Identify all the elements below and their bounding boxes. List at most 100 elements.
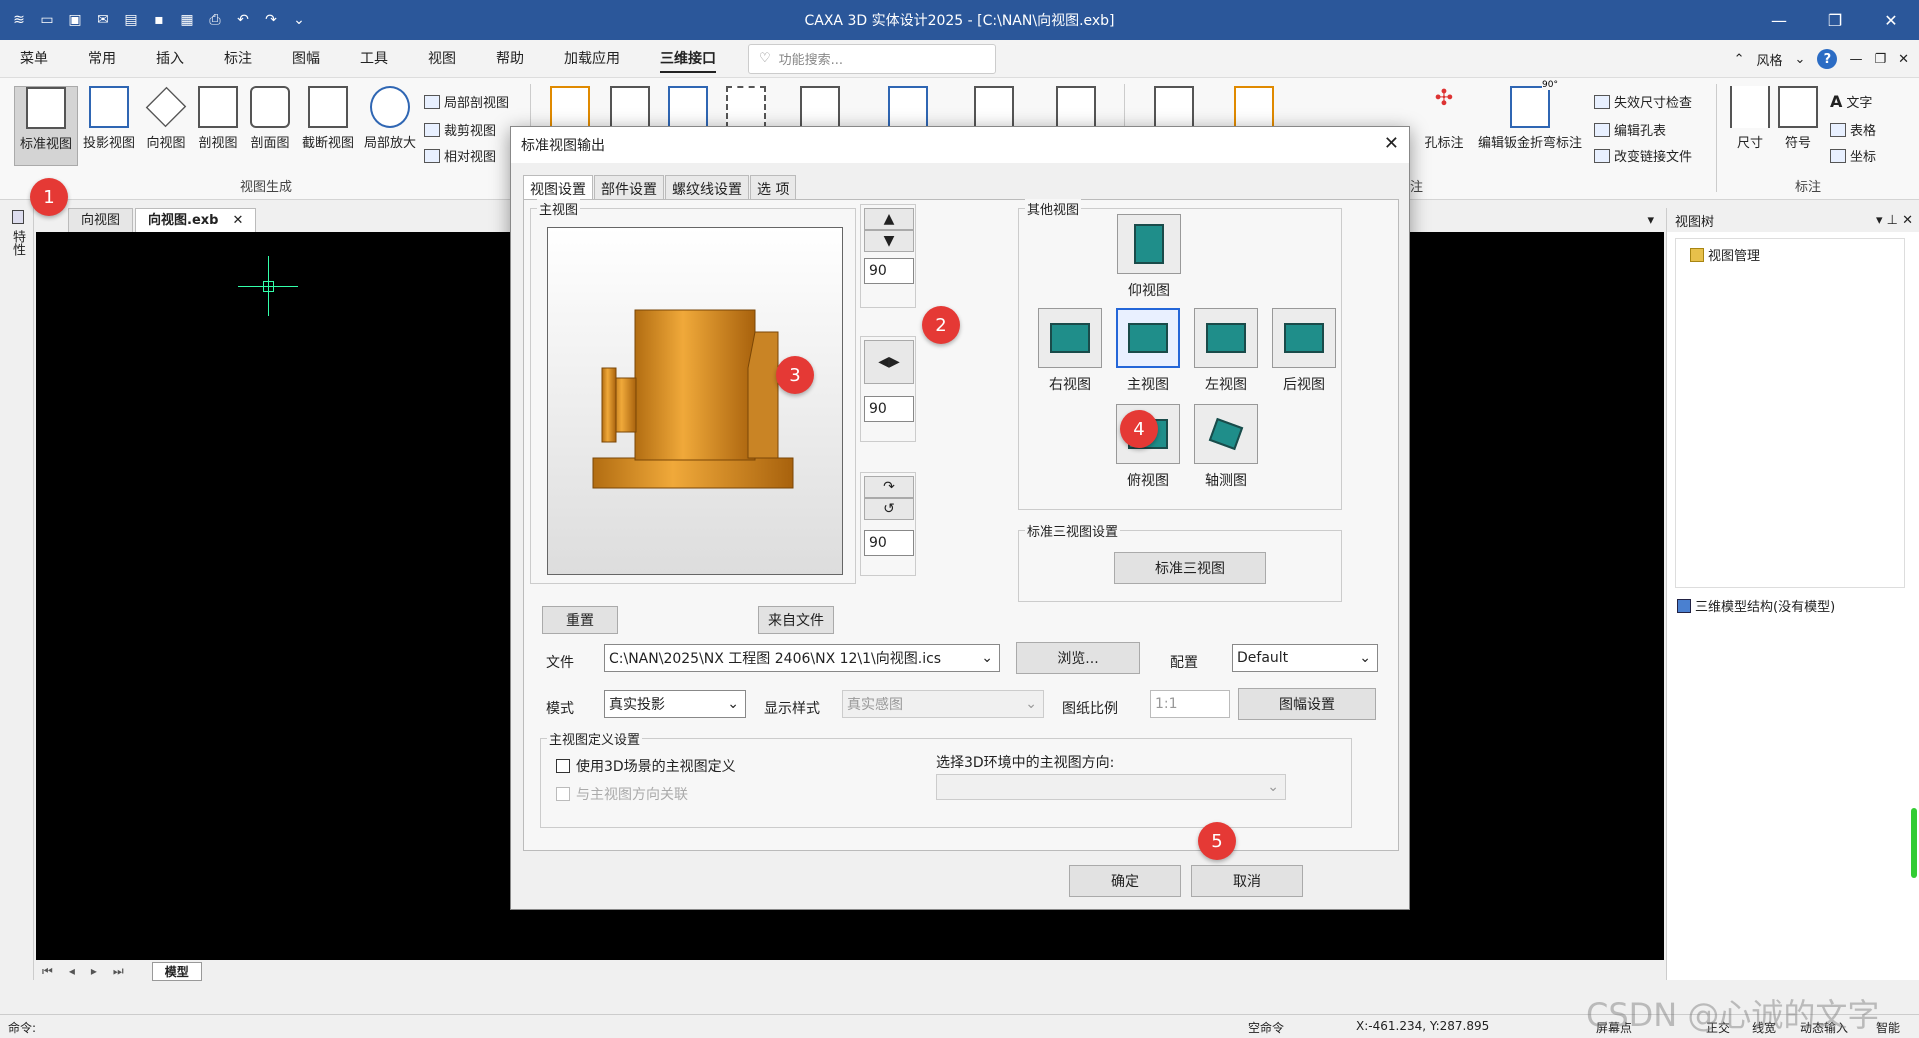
- panel-options-icon[interactable]: ▾ ⊥ ✕: [1876, 213, 1913, 228]
- close-tab-icon[interactable]: ✕: [232, 213, 243, 228]
- bottom-view-label: 仰视图: [1128, 283, 1170, 299]
- smart-toggle[interactable]: 智能: [1876, 1019, 1900, 1036]
- doc-tab-direction-view-exb[interactable]: 向视图.exb ✕: [135, 208, 257, 232]
- text-icon: A: [1830, 92, 1843, 111]
- isometric-view-button[interactable]: [1194, 404, 1258, 464]
- doc-close-icon[interactable]: ✕: [1898, 52, 1909, 67]
- save-as-icon[interactable]: ▦: [178, 11, 196, 29]
- cross-section-button[interactable]: 剖面图: [242, 86, 298, 151]
- from-file-button[interactable]: 来自文件: [758, 606, 834, 634]
- back-view-button[interactable]: [1272, 308, 1336, 368]
- edit-doc-icon: [888, 86, 928, 128]
- relative-view-button[interactable]: 相对视图: [424, 146, 496, 165]
- open-folder-icon[interactable]: ▤: [122, 11, 140, 29]
- projection-view-button[interactable]: 投影视图: [80, 86, 138, 151]
- doc-minimize-icon[interactable]: —: [1849, 52, 1862, 67]
- first-tab-icon[interactable]: ⏮: [42, 964, 53, 979]
- open-template-icon[interactable]: ▣: [66, 11, 84, 29]
- bottom-view-button[interactable]: [1117, 214, 1181, 274]
- rotate-left-right-button[interactable]: ◀▶: [864, 340, 914, 384]
- tree-node-3d-model[interactable]: 三维模型结构(没有模型): [1677, 596, 1835, 615]
- config-combo[interactable]: Default ⌄: [1232, 644, 1378, 672]
- spin-angle-input[interactable]: 90: [864, 530, 914, 556]
- tab-3d-interface[interactable]: 三维接口: [640, 40, 736, 78]
- change-link-file-button[interactable]: 改变链接文件: [1594, 146, 1692, 165]
- collapse-ribbon-icon[interactable]: ⌃: [1734, 52, 1745, 67]
- print-icon[interactable]: ⎙: [206, 11, 224, 29]
- dialog-close-icon[interactable]: ✕: [1384, 133, 1399, 154]
- browse-button[interactable]: 浏览...: [1016, 642, 1140, 674]
- top-view-label: 俯视图: [1127, 473, 1169, 489]
- rotate-up-button[interactable]: ▲: [864, 208, 914, 230]
- next-tab-icon[interactable]: ▸: [91, 964, 97, 978]
- left-view-button[interactable]: [1194, 308, 1258, 368]
- use-3d-scene-checkbox[interactable]: 使用3D场景的主视图定义: [556, 756, 736, 776]
- properties-icon[interactable]: [12, 210, 24, 224]
- tab-sheet[interactable]: 图幅: [272, 40, 340, 78]
- mail-icon[interactable]: ✉: [94, 11, 112, 29]
- help-icon[interactable]: ?: [1817, 49, 1838, 69]
- close-window-button[interactable]: ✕: [1863, 0, 1919, 40]
- hole-annotation-button[interactable]: ✣ 孔标注: [1416, 86, 1472, 151]
- rotate-down-button[interactable]: ▼: [864, 230, 914, 252]
- ok-button[interactable]: 确定: [1069, 865, 1181, 897]
- undo-icon[interactable]: ↶: [234, 11, 252, 29]
- rotate-ccw-button[interactable]: ↺: [864, 498, 914, 520]
- new-file-icon[interactable]: ▭: [38, 11, 56, 29]
- rotate-cw-button[interactable]: ↷: [864, 476, 914, 498]
- prev-tab-icon[interactable]: ◂: [69, 964, 75, 978]
- minimize-button[interactable]: —: [1751, 0, 1807, 40]
- style-dropdown-icon[interactable]: ⌄: [1795, 52, 1806, 67]
- section-view-button[interactable]: 剖视图: [190, 86, 246, 151]
- tab-insert[interactable]: 插入: [136, 40, 204, 78]
- standard-view-button[interactable]: 标准视图: [14, 86, 78, 166]
- symbol-button[interactable]: 符号: [1770, 86, 1826, 151]
- customize-qat-icon[interactable]: ⌄: [290, 11, 308, 29]
- tab-tools[interactable]: 工具: [340, 40, 408, 78]
- direction-view-button[interactable]: 向视图: [138, 86, 194, 151]
- file-path-combo[interactable]: C:\NAN\2025\NX 工程图 2406\NX 12\1\向视图.ics ⌄: [604, 644, 1000, 672]
- tab-annotate[interactable]: 标注: [204, 40, 272, 78]
- tab-common[interactable]: 常用: [68, 40, 136, 78]
- feature-search-input[interactable]: ♡ 功能搜索...: [748, 43, 996, 74]
- tab-list-dropdown-icon[interactable]: ▾: [1647, 213, 1654, 228]
- table-button[interactable]: 表格: [1830, 120, 1876, 139]
- sheet-settings-button[interactable]: 图幅设置: [1238, 688, 1376, 720]
- cancel-button[interactable]: 取消: [1191, 865, 1303, 897]
- coordinate-button[interactable]: 坐标: [1830, 146, 1876, 165]
- view-tree: 视图管理: [1675, 238, 1905, 588]
- text-button[interactable]: A 文字: [1830, 92, 1872, 111]
- tab-menu[interactable]: 菜单: [0, 40, 68, 78]
- tree-node-view-management[interactable]: 视图管理: [1690, 245, 1760, 264]
- detail-view-button[interactable]: 局部放大: [360, 86, 420, 151]
- tab-view[interactable]: 视图: [408, 40, 476, 78]
- app-logo-icon[interactable]: ≋: [10, 11, 28, 29]
- partial-section-button[interactable]: 局部剖视图: [424, 92, 509, 111]
- tab-addins[interactable]: 加载应用: [544, 40, 640, 78]
- doc-tab-direction-view[interactable]: 向视图: [68, 208, 134, 232]
- doc-restore-icon[interactable]: ❐: [1874, 52, 1886, 67]
- group-label-annot: 注: [1410, 180, 1424, 195]
- right-view-button[interactable]: [1038, 308, 1102, 368]
- style-menu[interactable]: 风格: [1757, 50, 1783, 69]
- horizontal-angle-input[interactable]: 90: [864, 396, 914, 422]
- sheetmetal-bend-button[interactable]: 90° 编辑钣金折弯标注: [1472, 80, 1588, 151]
- invalid-dim-check-button[interactable]: 失效尺寸检查: [1594, 92, 1692, 111]
- edit-hole-table-button[interactable]: 编辑孔表: [1594, 120, 1666, 139]
- last-tab-icon[interactable]: ⏭: [113, 964, 124, 979]
- model-tab[interactable]: 模型: [151, 961, 202, 981]
- restore-button[interactable]: ❐: [1807, 0, 1863, 40]
- save-icon[interactable]: ▪: [150, 11, 168, 29]
- crop-view-button[interactable]: 裁剪视图: [424, 120, 496, 139]
- vertical-angle-input[interactable]: 90: [864, 258, 914, 284]
- break-view-button[interactable]: 截断视图: [298, 86, 358, 151]
- cursor-coordinates: X:-461.234, Y:287.895: [1356, 1019, 1490, 1033]
- reset-button[interactable]: 重置: [542, 606, 618, 634]
- scroll-indicator[interactable]: [1911, 808, 1917, 878]
- redo-icon[interactable]: ↷: [262, 11, 280, 29]
- mode-combo[interactable]: 真实投影 ⌄: [604, 690, 746, 718]
- front-view-button[interactable]: [1116, 308, 1180, 368]
- tab-help[interactable]: 帮助: [476, 40, 544, 78]
- properties-tab[interactable]: 特性: [8, 230, 27, 256]
- std-three-views-button[interactable]: 标准三视图: [1114, 552, 1266, 584]
